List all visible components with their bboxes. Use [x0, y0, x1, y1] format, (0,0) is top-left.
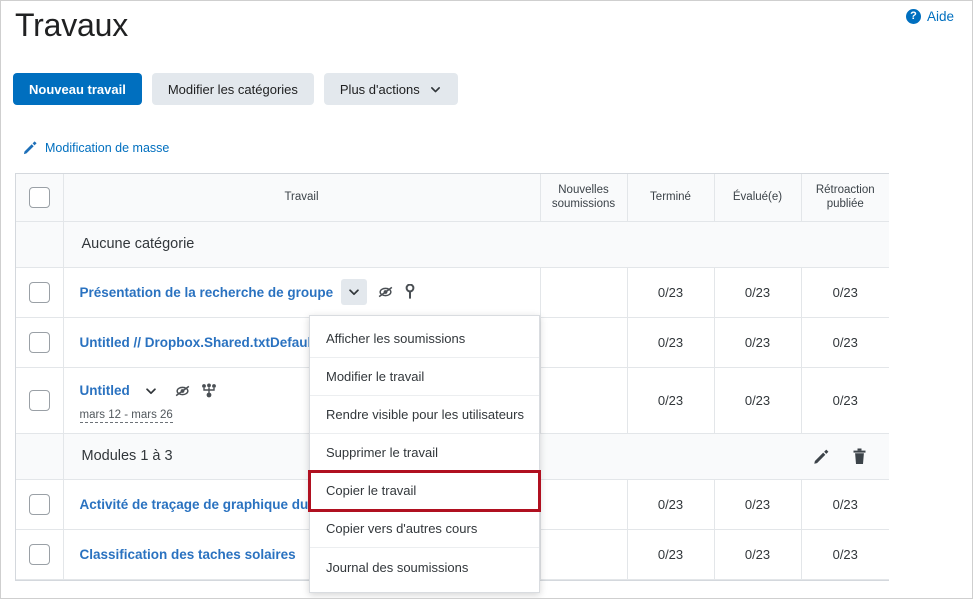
row-context-menu: Afficher les soumissions Modifier le tra… — [308, 315, 541, 593]
help-label: Aide — [926, 9, 954, 24]
new-submissions-value — [540, 367, 628, 434]
page-title: Travaux — [15, 7, 129, 43]
row-checkbox[interactable] — [28, 493, 50, 515]
assignment-link[interactable]: Présentation de la recherche de groupe — [80, 285, 334, 300]
completed-value: 0/23 — [627, 367, 715, 434]
assignment-link[interactable]: Untitled — [80, 383, 130, 398]
completed-value: 0/23 — [627, 529, 715, 580]
pencil-icon[interactable] — [813, 448, 830, 465]
row-select-cell — [16, 529, 64, 580]
category-row: Aucune catégorie — [16, 221, 889, 268]
evaluated-value: 0/23 — [714, 529, 802, 580]
menu-item-view-submissions[interactable]: Afficher les soumissions — [310, 320, 539, 358]
more-actions-label: Plus d'actions — [339, 81, 420, 97]
select-all-header — [16, 174, 64, 222]
column-header-new-submissions: Nouvelles soumissions — [540, 174, 628, 222]
category-header-cell: Aucune catégorie — [63, 221, 889, 268]
assignment-link[interactable]: Classification des taches solaires — [80, 547, 296, 562]
assignment-link[interactable]: Activité de traçage de graphique du cycl — [80, 497, 339, 512]
eye-hidden-icon — [377, 285, 394, 299]
new-submissions-value — [540, 317, 628, 368]
bulk-edit-link[interactable]: Modification de masse — [23, 140, 169, 155]
row-actions-chevron-icon[interactable] — [138, 378, 164, 404]
row-select-cell — [16, 479, 64, 530]
column-header-feedback-published: Rétroaction publiée — [801, 174, 889, 222]
feedback-published-value: 0/23 — [801, 529, 889, 580]
help-link[interactable]: ? Aide — [905, 9, 954, 24]
group-icon — [201, 383, 217, 399]
new-submissions-value — [540, 267, 628, 318]
menu-item-submission-log[interactable]: Journal des soumissions — [310, 548, 539, 586]
table-row: Présentation de la recherche de groupe 0… — [16, 267, 889, 318]
edit-categories-button[interactable]: Modifier les catégories — [151, 73, 314, 105]
completed-value: 0/23 — [627, 317, 715, 368]
new-submissions-value — [540, 479, 628, 530]
category-checkbox-cell — [16, 221, 64, 268]
feedback-published-value: 0/23 — [801, 317, 889, 368]
assignment-link[interactable]: Untitled // Dropbox.Shared.txtDefaultN — [80, 335, 326, 350]
menu-item-copy-to-other-courses[interactable]: Copier vers d'autres cours — [310, 510, 539, 548]
menu-item-copy-assignment[interactable]: Copier le travail — [308, 470, 541, 512]
row-checkbox[interactable] — [28, 389, 50, 411]
chevron-down-icon — [429, 83, 442, 96]
column-header-travail: Travail — [63, 174, 541, 222]
assignments-page: Travaux ? Aide Nouveau travail Modifier … — [0, 0, 973, 599]
more-actions-button[interactable]: Plus d'actions — [323, 73, 458, 105]
new-submissions-value — [540, 529, 628, 580]
due-date[interactable]: mars 12 - mars 26 — [79, 409, 173, 423]
column-header-completed: Terminé — [627, 174, 715, 222]
menu-item-edit-assignment[interactable]: Modifier le travail — [310, 358, 539, 396]
row-checkbox[interactable] — [28, 281, 50, 303]
table-header-row: Travail Nouvelles soumissions Terminé Év… — [16, 174, 889, 222]
feedback-published-value: 0/23 — [801, 267, 889, 318]
bulk-edit-label: Modification de masse — [45, 140, 170, 155]
completed-value: 0/23 — [627, 267, 715, 318]
category-checkbox-cell — [16, 433, 64, 480]
evaluated-value: 0/23 — [714, 367, 802, 434]
evaluated-value: 0/23 — [714, 479, 802, 530]
category-name: Modules 1 à 3 — [81, 448, 173, 464]
row-actions-chevron-icon[interactable] — [341, 279, 368, 305]
category-name: Aucune catégorie — [81, 236, 195, 252]
toolbar: Nouveau travail Modifier les catégories … — [13, 73, 458, 105]
feedback-published-value: 0/23 — [801, 479, 889, 530]
eye-hidden-icon — [174, 384, 191, 398]
trash-icon[interactable] — [852, 448, 867, 465]
row-checkbox[interactable] — [28, 331, 50, 353]
row-select-cell — [16, 317, 64, 368]
row-select-cell — [16, 367, 64, 434]
completed-value: 0/23 — [627, 479, 715, 530]
menu-item-delete-assignment[interactable]: Supprimer le travail — [310, 434, 539, 472]
question-circle-icon: ? — [905, 9, 921, 24]
menu-item-make-visible[interactable]: Rendre visible pour les utilisateurs — [310, 396, 539, 434]
column-header-evaluated: Évalué(e) — [714, 174, 802, 222]
row-select-cell — [16, 267, 64, 318]
row-checkbox[interactable] — [28, 543, 50, 565]
select-all-checkbox[interactable] — [28, 186, 50, 208]
feedback-published-value: 0/23 — [801, 367, 889, 434]
assignment-cell: Présentation de la recherche de groupe — [63, 267, 541, 318]
pencil-edit-icon — [23, 140, 38, 155]
evaluated-value: 0/23 — [714, 317, 802, 368]
key-icon — [404, 284, 416, 300]
evaluated-value: 0/23 — [714, 267, 802, 318]
new-assignment-button[interactable]: Nouveau travail — [13, 73, 142, 105]
